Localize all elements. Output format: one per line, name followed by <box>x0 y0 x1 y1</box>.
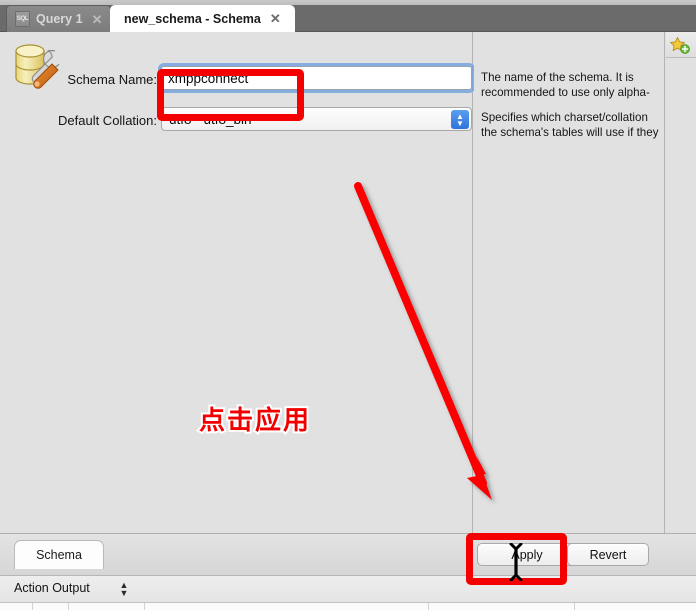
action-output-stepper[interactable]: ▲ ▼ <box>118 580 130 597</box>
action-output-panel: Action Output ▲ ▼ <box>0 575 696 610</box>
star-add-icon[interactable] <box>669 36 691 56</box>
apply-button-label: Apply <box>511 547 543 562</box>
default-collation-value: utf8 - utf8_bin <box>169 111 252 127</box>
stepper-down-icon[interactable]: ▼ <box>120 588 129 597</box>
sidebar-header <box>666 32 696 58</box>
right-sidebar <box>666 32 696 533</box>
bottom-toolbar: Schema Apply Revert <box>0 533 696 575</box>
table-column-divider <box>68 603 69 610</box>
sql-document-icon: SQL <box>15 11 30 27</box>
table-column-divider <box>144 603 145 610</box>
table-column-divider <box>574 603 575 610</box>
bottom-tab-schema-label: Schema <box>36 548 82 562</box>
default-collation-description: Specifies which charset/collation the sc… <box>481 111 659 139</box>
chevron-updown-icon[interactable]: ▲ ▼ <box>451 110 469 129</box>
action-output-label: Action Output <box>14 581 90 595</box>
schema-name-label: Schema Name: <box>67 72 157 87</box>
apply-button[interactable]: Apply <box>477 543 577 566</box>
revert-button-label: Revert <box>589 547 627 562</box>
schema-name-description: The name of the schema. It is recommende… <box>481 71 650 99</box>
action-output-table <box>0 602 696 610</box>
schema-editor-form-panel: Schema Name: Default Collation: utf8 - u… <box>0 32 475 533</box>
tab-new-schema-close-icon[interactable]: ✕ <box>270 12 281 25</box>
schema-name-input[interactable] <box>158 63 475 93</box>
tab-new-schema[interactable]: new_schema - Schema ✕ <box>110 5 295 32</box>
tab-query-1-label: Query 1 <box>36 12 83 26</box>
tab-query-1[interactable]: SQL Query 1 ✕ <box>6 5 112 32</box>
chinese-annotation-text: 点击应用 <box>197 404 312 438</box>
revert-button[interactable]: Revert <box>567 543 649 566</box>
field-description-panel: The name of the schema. It is recommende… <box>474 32 665 533</box>
default-collation-combobox[interactable]: utf8 - utf8_bin ▲ ▼ <box>161 107 472 131</box>
tab-query-1-close-icon[interactable]: ✕ <box>92 13 103 26</box>
editor-tab-strip: SQL Query 1 ✕ new_schema - Schema ✕ <box>0 0 696 32</box>
mysql-workbench-window: SQL Query 1 ✕ new_schema - Schema ✕ Sche… <box>0 0 696 610</box>
table-column-divider <box>428 603 429 610</box>
default-collation-label: Default Collation: <box>58 113 157 128</box>
bottom-tab-schema[interactable]: Schema <box>14 540 104 569</box>
tab-new-schema-label: new_schema - Schema <box>124 11 261 26</box>
table-column-divider <box>32 603 33 610</box>
